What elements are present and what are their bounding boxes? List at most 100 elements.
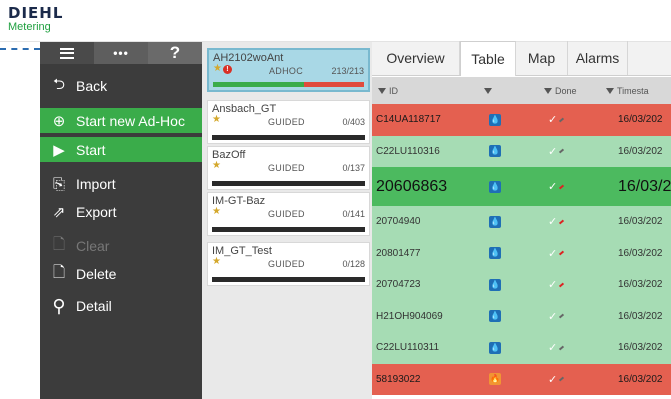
cell-timestamp: 16/03/202 (618, 342, 663, 354)
delete-label: Delete (76, 266, 117, 282)
filter-icon (484, 87, 492, 94)
heat-meter-icon: 🔥 (489, 373, 501, 386)
check-icon: ✓ (548, 342, 558, 355)
check-icon: ✓ (548, 216, 558, 229)
cell-id: 58193022 (376, 373, 421, 385)
wrench-icon (559, 345, 565, 351)
column-header-id[interactable]: ID (378, 86, 398, 96)
sidebar: ••• ? ⮌ Back ⊕ Start new Ad-Hoc ▶ Start … (40, 42, 202, 399)
filter-icon (606, 87, 614, 94)
play-icon: ▶ (53, 141, 65, 159)
import-button[interactable]: ⎘ Import (40, 170, 202, 198)
route-progress-bar (213, 82, 364, 87)
table-row[interactable]: 20801477 💧 ✓ 16/03/202 (372, 237, 671, 269)
delete-icon: 🗋 (52, 263, 66, 281)
clear-icon: 🗋 (52, 235, 66, 253)
cell-timestamp: 16/03/202 (618, 216, 663, 228)
route-progress-bar (212, 135, 365, 140)
route-list: AH2102woAnt ★! ADHOC 213/213 Ansbach_GT … (202, 42, 372, 399)
more-tab[interactable]: ••• (94, 42, 148, 64)
table-row[interactable]: C14UA118717 💧 ✓ 16/03/202 (372, 104, 671, 136)
wrench-icon (559, 313, 565, 319)
route-type: ADHOC (269, 66, 304, 76)
table-row[interactable]: C22LU110311 💧 ✓ 16/03/202 (372, 332, 671, 364)
route-card-im-gt-test[interactable]: IM_GT_Test ★ GUIDED 0/128 (207, 242, 370, 286)
delete-button[interactable]: 🗋 Delete (40, 260, 202, 288)
cell-timestamp: 16/03/202 (618, 373, 663, 385)
logo-subtitle: Metering (8, 21, 51, 33)
start-button[interactable]: ▶ Start (40, 137, 202, 162)
route-type: GUIDED (268, 209, 305, 219)
filter-icon (378, 87, 386, 94)
route-card-im-gt-baz[interactable]: IM-GT-Baz ★ GUIDED 0/141 (207, 192, 370, 236)
wrench-icon (559, 376, 565, 382)
water-meter-icon: 💧 (489, 278, 501, 291)
table-header: ID Done Timesta (372, 77, 671, 104)
route-card-ansbach-gt[interactable]: Ansbach_GT ★ GUIDED 0/403 (207, 100, 370, 144)
check-icon: ✓ (548, 373, 558, 386)
clear-button[interactable]: 🗋 Clear (40, 232, 202, 260)
cell-id: C14UA118717 (376, 114, 441, 126)
check-icon: ✓ (548, 114, 558, 127)
route-card-ah2102woant[interactable]: AH2102woAnt ★! ADHOC 213/213 (207, 48, 370, 92)
check-icon: ✓ (548, 145, 558, 158)
meter-table: ID Done Timesta C14UA118717 💧 ✓ 16/03/20… (372, 77, 671, 399)
water-meter-icon: 💧 (489, 247, 501, 260)
table-row[interactable]: 20704723 💧 ✓ 16/03/202 (372, 269, 671, 301)
tab-table[interactable]: Table (460, 41, 516, 76)
water-meter-icon: 💧 (489, 341, 501, 354)
route-count: 0/141 (342, 209, 365, 219)
column-header-type[interactable] (484, 87, 495, 94)
cell-timestamp: 16/03/202 (618, 279, 663, 291)
star-icon: ★ (212, 256, 221, 267)
help-tab[interactable]: ? (148, 42, 202, 64)
cell-timestamp: 16/03/202 (618, 247, 663, 259)
export-label: Export (76, 204, 117, 220)
back-button[interactable]: ⮌ Back (40, 72, 202, 100)
water-meter-icon: 💧 (489, 215, 501, 228)
back-icon: ⮌ (52, 75, 65, 93)
wrench-icon (559, 219, 565, 225)
check-icon: ✓ (548, 279, 558, 292)
dashed-callout-line (0, 48, 40, 50)
tab-overview[interactable]: Overview (372, 41, 460, 75)
cell-id: 20801477 (376, 247, 421, 259)
tab-alarms[interactable]: Alarms (568, 41, 628, 75)
table-row[interactable]: 58193022 🔥 ✓ 16/03/202 (372, 363, 671, 395)
start-new-adhoc-button[interactable]: ⊕ Start new Ad-Hoc (40, 108, 202, 133)
table-row[interactable]: C22LU110316 💧 ✓ 16/03/202 (372, 135, 671, 167)
cell-timestamp: 16/03/202 (618, 145, 663, 157)
cell-id: H21OH904069 (376, 310, 443, 322)
table-row[interactable]: 20606863 💧 ✓ 16/03/2 (372, 167, 671, 206)
cell-timestamp: 16/03/2 (618, 177, 671, 195)
view-tabs: Overview Table Map Alarms (372, 41, 671, 76)
import-label: Import (76, 176, 116, 192)
route-name: Ansbach_GT (212, 103, 277, 115)
hamburger-icon (60, 47, 74, 59)
menu-tab[interactable] (40, 42, 94, 64)
table-row[interactable]: H21OH904069 💧 ✓ 16/03/202 (372, 300, 671, 332)
wrench-icon (559, 184, 565, 189)
import-icon: ⎘ (52, 175, 65, 193)
route-progress-bar (212, 227, 365, 232)
column-header-timestamp[interactable]: Timesta (606, 86, 649, 96)
wrench-icon (559, 282, 565, 288)
cell-id: 20704723 (376, 279, 421, 291)
tab-map[interactable]: Map (516, 41, 568, 75)
detail-button[interactable]: ⚲ Detail (40, 292, 202, 320)
route-count: 0/137 (342, 163, 365, 173)
column-header-done[interactable]: Done (544, 86, 577, 96)
diehl-logo: DIEHL Metering (8, 5, 63, 33)
sidebar-top-tabs: ••• ? (40, 42, 202, 64)
wrench-icon (559, 117, 565, 123)
add-location-icon: ⊕ (52, 112, 66, 130)
export-button[interactable]: ⇗ Export (40, 198, 202, 226)
detail-label: Detail (76, 298, 112, 314)
star-icon: ★ (212, 114, 221, 125)
water-meter-icon: 💧 (489, 310, 501, 323)
search-icon: ⚲ (52, 295, 66, 316)
route-card-bazoff[interactable]: BazOff ★ GUIDED 0/137 (207, 146, 370, 190)
table-row[interactable]: 20704940 💧 ✓ 16/03/202 (372, 206, 671, 238)
cell-id: C22LU110311 (376, 342, 440, 354)
cell-id: C22LU110316 (376, 145, 440, 157)
